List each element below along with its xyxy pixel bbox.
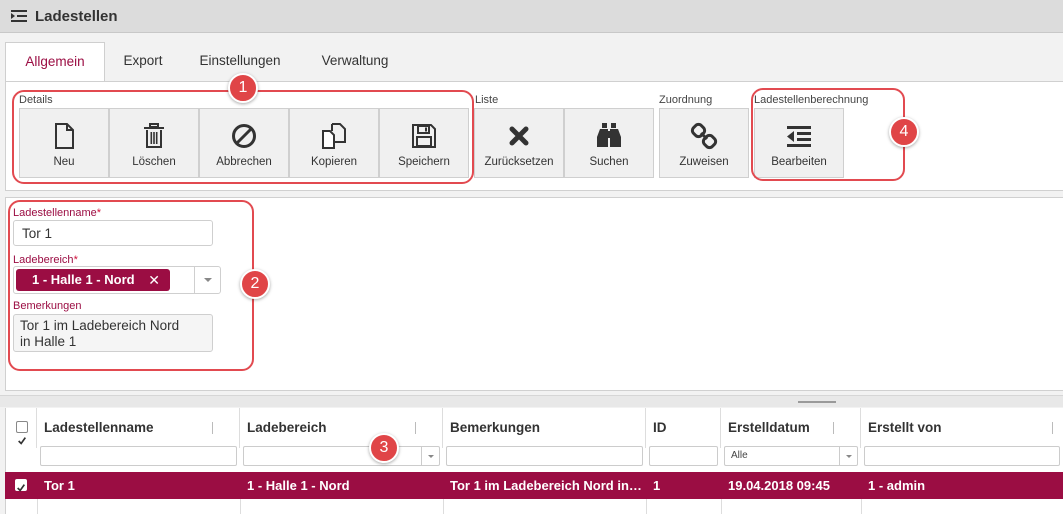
group-label-zuordnung: Zuordnung [659,94,713,106]
cell-bemerkungen: Tor 1 im Ladebereich Nord in Halle 1 [450,478,643,493]
cell-ladestellenname: Tor 1 [44,478,75,493]
row-divider [240,499,241,514]
trash-icon [144,123,164,148]
filter-erstellt-von[interactable] [864,446,1060,466]
chevron-down-icon[interactable] [421,447,439,465]
link-icon [690,122,718,150]
group-label-details: Details [19,94,53,106]
filter-ladestellenname[interactable] [40,446,237,466]
group-label-liste: Liste [475,94,499,106]
outdent-icon [787,126,811,147]
suchen-label: Suchen [589,156,629,168]
filter-id[interactable] [649,446,718,466]
column-header-erstellt-von[interactable]: Erstellt von [861,408,1063,448]
callout-badge-3: 3 [369,433,399,463]
column-header-ladebereich[interactable]: Ladebereich [240,408,443,448]
bemerkungen-textarea[interactable]: Tor 1 im Ladebereich Nord in Halle 1 [13,314,213,352]
callout-badge-1: 1 [228,73,258,103]
filter-bemerkungen[interactable] [446,446,643,466]
kopieren-button[interactable]: Kopieren [289,108,379,178]
ladebereich-chip: 1 - Halle 1 - Nord ✕ [16,269,170,291]
tab-export[interactable]: Export [108,42,178,82]
splitter-handle[interactable] [798,401,836,403]
neu-button[interactable]: Neu [19,108,109,178]
chevron-down-icon[interactable] [194,267,220,293]
checkbox-icon[interactable] [16,421,28,445]
neu-label: Neu [53,156,75,168]
callout-badge-4: 4 [889,117,919,147]
tab-verwaltung[interactable]: Verwaltung [302,42,408,82]
abbrechen-button[interactable]: Abbrechen [199,108,289,178]
select-all-cell [6,408,37,448]
row-divider [861,499,862,514]
row-divider [443,499,444,514]
checkbox-icon[interactable] [15,479,27,492]
filter-erstelldatum[interactable]: Alle [724,446,858,466]
cell-id: 1 [653,478,661,493]
chevron-down-icon[interactable] [839,447,857,465]
filter-erstelldatum-value: Alle [731,450,748,461]
row-divider [721,499,722,514]
zuruecksetzen-label: Zurücksetzen [484,156,554,168]
loeschen-button[interactable]: Löschen [109,108,199,178]
bemerkungen-label: Bemerkungen [13,300,82,312]
row-divider [37,499,38,514]
abbrechen-label: Abbrechen [216,156,272,168]
close-icon[interactable]: ✕ [148,269,160,291]
save-icon [412,124,436,148]
zuweisen-button[interactable]: Zuweisen [659,108,749,178]
suchen-button[interactable]: Suchen [564,108,654,178]
copy-icon [322,123,346,149]
x-icon [509,126,529,146]
ladebereich-select[interactable]: 1 - Halle 1 - Nord ✕ [13,266,221,294]
file-icon [55,123,74,149]
bearbeiten-button[interactable]: Bearbeiten [754,108,844,178]
column-header-ladestellenname[interactable]: Ladestellenname [37,408,240,448]
zuruecksetzen-button[interactable]: Zurücksetzen [474,108,564,178]
ladestellenname-label: Ladestellenname* [13,207,102,219]
column-header-id[interactable]: ID [646,408,721,448]
ladebereich-chip-label: 1 - Halle 1 - Nord [32,272,135,287]
list-indent-icon [11,10,27,22]
tab-allgemein[interactable]: Allgemein [5,42,105,82]
group-label-berechnung: Ladestellenberechnung [754,94,869,106]
window-title: Ladestellen [35,8,118,25]
cell-erstellt-von: 1 - admin [868,478,926,493]
cell-ladebereich: 1 - Halle 1 - Nord [247,478,350,493]
loeschen-label: Löschen [132,156,176,168]
window-titlebar: Ladestellen [0,0,1063,33]
column-header-bemerkungen[interactable]: Bemerkungen [443,408,646,448]
speichern-label: Speichern [398,156,450,168]
speichern-button[interactable]: Speichern [379,108,469,178]
kopieren-label: Kopieren [310,156,358,168]
splitter[interactable] [0,395,1063,407]
ladestellenname-input[interactable]: Tor 1 [13,220,213,246]
bearbeiten-label: Bearbeiten [771,156,827,168]
callout-badge-2: 2 [240,269,270,299]
cell-erstelldatum: 19.04.2018 09:45 [728,478,830,493]
filter-ladebereich[interactable] [243,446,440,466]
binoculars-icon [597,123,621,147]
column-header-erstelldatum[interactable]: Erstelldatum [721,408,861,448]
row-divider [646,499,647,514]
ladebereich-label: Ladebereich* [13,254,78,266]
cancel-icon [232,124,256,148]
zuweisen-label: Zuweisen [679,156,729,168]
